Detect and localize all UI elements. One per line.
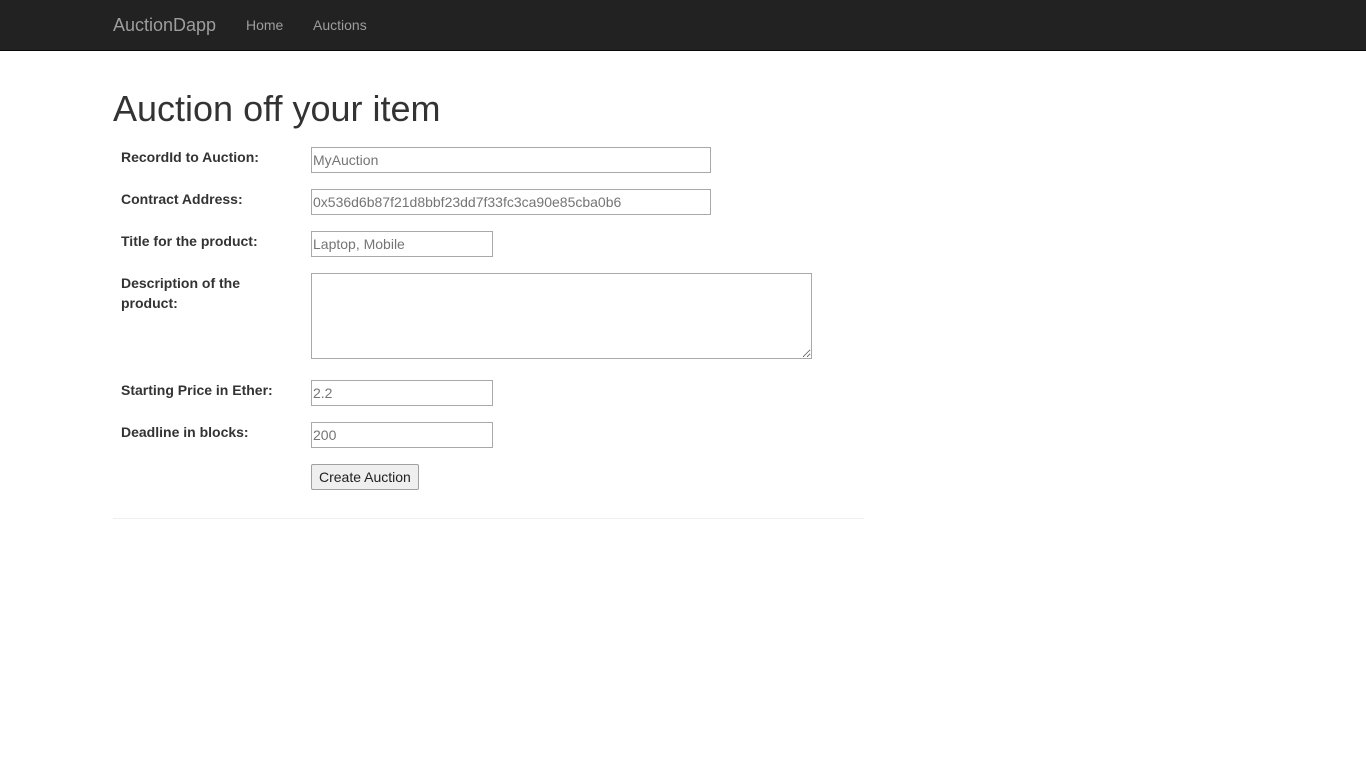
- nav-home-link[interactable]: Home: [246, 16, 283, 34]
- top-navbar: AuctionDapp Home Auctions: [0, 0, 1366, 51]
- brand-link[interactable]: AuctionDapp: [113, 14, 216, 36]
- starting-price-input[interactable]: [311, 380, 493, 406]
- page-title: Auction off your item: [113, 88, 441, 129]
- contract-address-label: Contract Address:: [121, 191, 243, 207]
- deadline-input[interactable]: [311, 422, 493, 448]
- divider: [113, 518, 864, 519]
- record-id-input[interactable]: [311, 147, 711, 173]
- create-auction-button[interactable]: Create Auction: [311, 464, 419, 490]
- description-textarea[interactable]: [311, 273, 812, 359]
- record-id-label: RecordId to Auction:: [121, 149, 259, 165]
- description-label: Description of the product:: [121, 275, 241, 311]
- deadline-label: Deadline in blocks:: [121, 424, 249, 440]
- contract-address-input[interactable]: [311, 189, 711, 215]
- product-title-input[interactable]: [311, 231, 493, 257]
- starting-price-label: Starting Price in Ether:: [121, 382, 273, 398]
- nav-auctions-link[interactable]: Auctions: [313, 16, 367, 34]
- product-title-label: Title for the product:: [121, 233, 258, 249]
